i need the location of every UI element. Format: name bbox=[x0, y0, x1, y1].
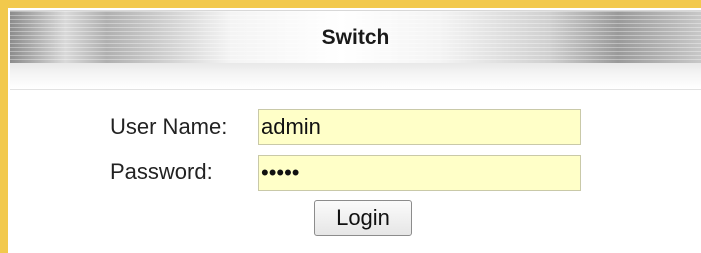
password-label: Password: bbox=[110, 159, 213, 184]
outer-border-left bbox=[0, 0, 8, 253]
page-frame: Switch User Name: Password: Login bbox=[0, 0, 701, 253]
header-separator bbox=[10, 63, 701, 90]
username-label: User Name: bbox=[110, 114, 228, 139]
login-button[interactable]: Login bbox=[314, 200, 412, 236]
password-input[interactable] bbox=[258, 155, 581, 191]
panel-title: Switch bbox=[321, 26, 390, 49]
login-panel: Switch User Name: Password: Login bbox=[10, 10, 701, 253]
login-form: User Name: Password: Login bbox=[10, 90, 701, 253]
username-input[interactable] bbox=[258, 109, 581, 145]
title-bar: Switch bbox=[10, 10, 701, 63]
outer-border-top bbox=[0, 0, 701, 8]
